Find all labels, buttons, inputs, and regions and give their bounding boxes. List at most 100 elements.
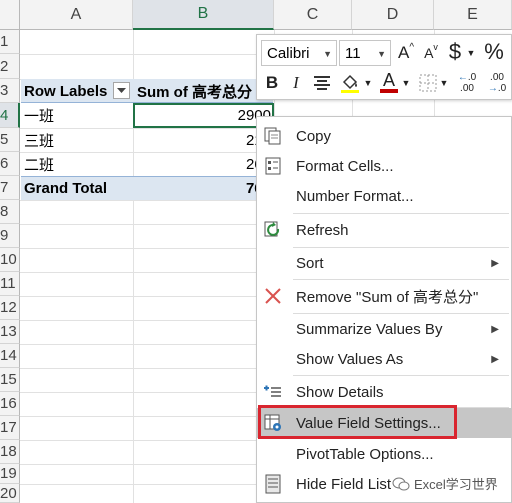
percent-icon: %	[484, 39, 504, 64]
decrease-decimal-button[interactable]: .00 →.0	[483, 69, 511, 97]
pivot-row-label[interactable]: 一班	[24, 103, 132, 127]
bold-button[interactable]: B	[261, 71, 283, 95]
menu-item-label: Hide Field List	[296, 475, 392, 493]
menu-separator	[293, 213, 509, 214]
row-header-selected[interactable]: 4	[0, 103, 20, 128]
pivot-row-labels-header[interactable]: Row Labels	[24, 79, 114, 103]
row-header[interactable]: 18	[0, 440, 20, 464]
pivot-row-label[interactable]: 二班	[24, 152, 132, 176]
currency-icon: $	[448, 39, 462, 64]
font-color-dropdown[interactable]: ▼	[401, 77, 411, 89]
menu-item-show-details[interactable]: Show Details	[257, 377, 511, 407]
fill-color-button[interactable]	[337, 71, 363, 95]
pivot-sum-header[interactable]: Sum of 高考总分	[137, 79, 273, 103]
watermark: Excel学习世界	[392, 474, 498, 493]
row-header[interactable]: 1	[0, 30, 20, 54]
borders-dropdown[interactable]: ▼	[439, 77, 449, 89]
field-list-icon	[262, 473, 284, 495]
row-header[interactable]: 11	[0, 272, 20, 296]
highlight-annotation-box	[258, 405, 457, 439]
chevron-down-icon: ▼	[439, 78, 449, 88]
menu-item-label: Show Details	[296, 383, 384, 401]
watermark-text: Excel学习世界	[414, 477, 498, 492]
grow-font-icon: A	[397, 43, 410, 62]
row-header[interactable]: 5	[0, 128, 20, 152]
chevron-down-icon: ▼	[363, 78, 373, 88]
italic-button[interactable]: I	[285, 71, 307, 95]
menu-item-label: Remove "Sum of 高考总分"	[296, 288, 479, 306]
submenu-arrow-icon: ▶	[491, 257, 499, 269]
submenu-arrow-icon: ▶	[491, 323, 499, 335]
align-center-button[interactable]	[310, 71, 334, 95]
currency-dropdown[interactable]: ▼	[465, 43, 477, 63]
row-header[interactable]: 17	[0, 416, 20, 440]
column-header-a[interactable]: A	[20, 0, 133, 30]
menu-item-label: Show Values As	[296, 350, 404, 368]
wechat-icon	[392, 477, 410, 490]
row-header[interactable]: 9	[0, 224, 20, 248]
menu-separator	[293, 279, 509, 280]
column-header-e[interactable]: E	[434, 0, 512, 30]
chevron-down-icon: ▼	[323, 49, 332, 59]
increase-decimal-button[interactable]: ←.0 .00	[453, 69, 481, 97]
menu-item-number-format[interactable]: Number Format...	[257, 181, 511, 211]
borders-button[interactable]	[417, 71, 439, 95]
row-header[interactable]: 13	[0, 320, 20, 344]
menu-item-pivottable-options[interactable]: PivotTable Options...	[257, 439, 511, 469]
font-color-button[interactable]: A	[377, 69, 401, 95]
row-header[interactable]: 19	[0, 464, 20, 484]
row-header[interactable]: 20	[0, 484, 20, 503]
menu-item-format-cells[interactable]: Format Cells...	[257, 151, 511, 181]
row-header[interactable]: 15	[0, 368, 20, 392]
menu-item-summarize-values-by[interactable]: Summarize Values By ▶	[257, 314, 511, 344]
menu-separator	[293, 375, 509, 376]
decrease-decimal-icon: →.0	[487, 83, 507, 94]
context-menu: Copy Format Cells... Number Format... Re…	[256, 116, 512, 503]
font-name-dropdown[interactable]: Calibri ▼	[261, 40, 337, 66]
fill-color-dropdown[interactable]: ▼	[363, 77, 373, 89]
row-header[interactable]: 8	[0, 200, 20, 224]
menu-item-copy[interactable]: Copy	[257, 121, 511, 151]
pivot-row-label[interactable]: 三班	[24, 128, 132, 152]
menu-item-remove-field[interactable]: Remove "Sum of 高考总分"	[257, 281, 511, 311]
column-header-c[interactable]: C	[274, 0, 352, 30]
row-header[interactable]: 16	[0, 392, 20, 416]
active-cell-b4[interactable]	[133, 103, 274, 128]
shrink-font-button[interactable]: Av	[420, 41, 442, 65]
column-header-b[interactable]: B	[133, 0, 274, 30]
row-header[interactable]: 2	[0, 54, 20, 79]
italic-icon: I	[293, 73, 299, 92]
pivot-grand-total-label[interactable]: Grand Total	[24, 176, 132, 200]
menu-item-label: Refresh	[296, 221, 349, 239]
format-cells-icon	[262, 155, 284, 177]
menu-item-refresh[interactable]: Refresh	[257, 215, 511, 245]
mini-toolbar: Calibri ▼ 11 ▼ A ^ Av $ ▼ % B I ▼ A ▼ ▼ ←…	[256, 34, 512, 100]
pivot-row-value[interactable]: 260	[137, 152, 271, 176]
select-all-corner[interactable]	[0, 0, 20, 30]
menu-item-sort[interactable]: Sort ▶	[257, 248, 511, 278]
row-labels-filter-button[interactable]	[113, 82, 130, 99]
font-color-icon: A	[382, 70, 395, 90]
currency-button[interactable]: $	[445, 39, 465, 65]
percent-button[interactable]: %	[481, 39, 507, 65]
pivot-row-value[interactable]: 218	[137, 128, 271, 152]
borders-icon	[419, 74, 437, 92]
column-header-d[interactable]: D	[352, 0, 434, 30]
chevron-down-icon: ▼	[401, 78, 411, 88]
row-header[interactable]: 14	[0, 344, 20, 368]
fill-bucket-icon	[341, 74, 359, 93]
row-header[interactable]: 6	[0, 152, 20, 176]
chevron-down-icon: ▼	[377, 49, 386, 59]
row-header[interactable]: 7	[0, 176, 20, 200]
bold-icon: B	[265, 73, 279, 92]
row-header[interactable]: 12	[0, 296, 20, 320]
grow-font-button[interactable]: A ^	[395, 41, 417, 65]
font-size-dropdown[interactable]: 11 ▼	[339, 40, 391, 66]
menu-item-label: Number Format...	[296, 187, 414, 205]
row-header[interactable]: 10	[0, 248, 20, 272]
menu-item-show-values-as[interactable]: Show Values As ▶	[257, 344, 511, 374]
row-header[interactable]: 3	[0, 79, 20, 103]
align-center-icon	[314, 76, 330, 90]
pivot-grand-total-value[interactable]: 768	[137, 176, 271, 200]
copy-icon	[262, 125, 284, 147]
